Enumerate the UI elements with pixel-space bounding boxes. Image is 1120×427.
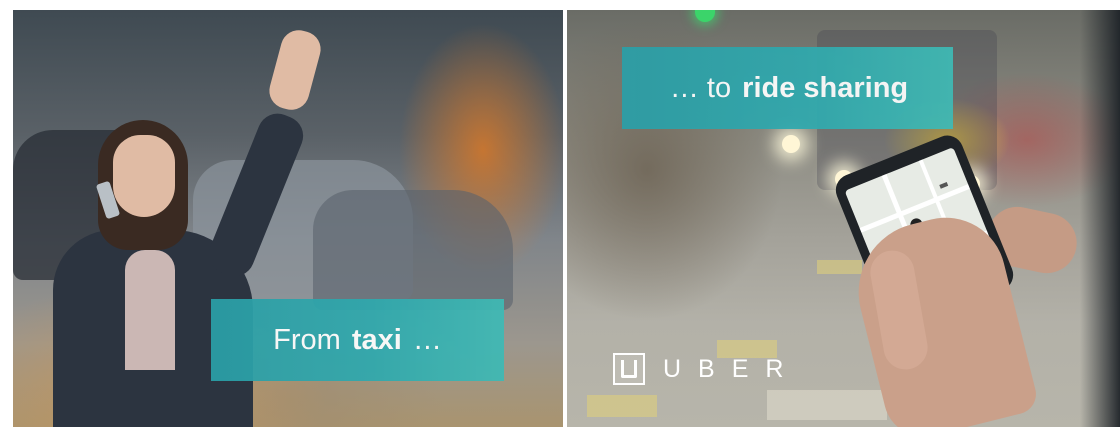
uber-wordmark: UBER	[663, 354, 801, 383]
car-icon	[939, 182, 949, 189]
dark-edge	[1080, 10, 1120, 427]
traffic-light	[695, 10, 715, 22]
woman-shirt	[125, 250, 175, 370]
background-car	[313, 190, 513, 310]
uber-u-icon	[621, 360, 637, 378]
uber-logo: UBER	[613, 348, 800, 390]
caption-from-taxi: From taxi …	[211, 299, 504, 381]
caption-prefix: From	[273, 323, 349, 356]
caption-prefix: … to	[669, 71, 740, 104]
caption-bold: ride sharing	[742, 71, 909, 104]
uber-logo-box-icon	[613, 353, 645, 385]
woman-raised-hand	[265, 26, 325, 114]
caption-bold: taxi	[351, 323, 402, 356]
headlight	[782, 135, 800, 153]
caption-suffix: …	[404, 323, 442, 356]
road-marking	[817, 260, 862, 274]
road-marking	[587, 395, 657, 417]
road-marking	[767, 390, 887, 420]
caption-to-ride-sharing: … to ride sharing	[622, 47, 953, 129]
woman-face	[113, 135, 175, 217]
